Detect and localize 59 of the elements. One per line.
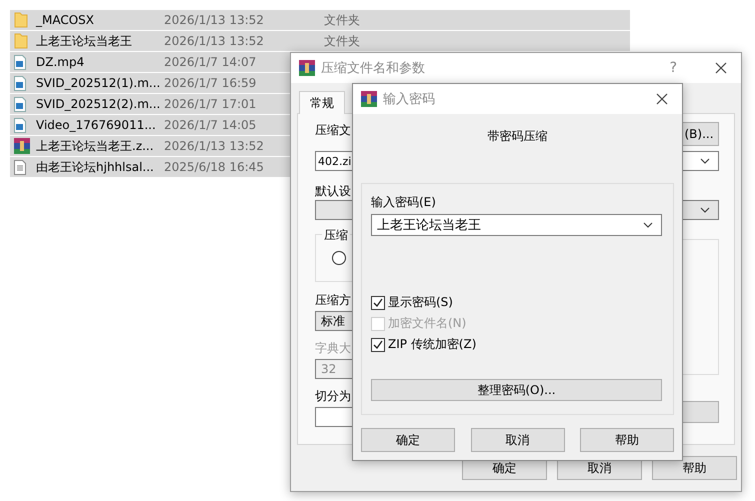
checkbox-box[interactable] (371, 338, 385, 352)
field-label: 输入密码(E) (371, 194, 436, 211)
caret-icon (700, 158, 710, 164)
caret-icon (700, 207, 710, 213)
file-date: 2026/1/7 16:59 (164, 76, 256, 90)
file-name: SVID_202512(1).m... (36, 76, 160, 90)
file-date: 2026/1/7 14:05 (164, 118, 256, 132)
dialog-heading: 带密码压缩 (486, 128, 548, 145)
close-icon[interactable] (715, 62, 727, 74)
folder-icon (14, 33, 28, 49)
file-name: DZ.mp4 (36, 55, 84, 69)
file-name: Video_176769011... (36, 118, 156, 132)
checkbox[interactable]: 显示密码(S) (371, 292, 662, 313)
field-label: 字典大 (315, 340, 351, 357)
video-file-icon (14, 76, 26, 90)
video-file-icon (14, 96, 26, 112)
file-date: 2026/1/13 13:52 (164, 13, 264, 27)
caret-icon (643, 222, 653, 228)
file-type: 文件夹 (324, 12, 360, 28)
window-title: 输入密码 (383, 91, 436, 108)
checkbox-box[interactable] (371, 296, 385, 310)
file-type: 文件夹 (324, 32, 360, 50)
file-date: 2026/1/7 14:07 (164, 55, 256, 69)
help-button[interactable]: ? (670, 60, 677, 76)
dialog-button[interactable]: 取消 (470, 428, 564, 452)
check-icon (373, 340, 383, 349)
video-file-icon (14, 118, 26, 132)
dialog-button[interactable]: 帮助 (580, 428, 674, 452)
field-label: 默认设 (315, 183, 351, 200)
window-title: 压缩文件名和参数 (321, 60, 426, 77)
file-name: 由老王论坛hjhhlsal... (36, 158, 154, 176)
dialog-button[interactable]: 确定 (361, 428, 455, 452)
video-file-icon (14, 54, 26, 70)
checkbox[interactable]: ZIP 传统加密(Z) (371, 334, 662, 355)
text-file-icon (14, 160, 26, 174)
field-label: 压缩方 (315, 292, 351, 309)
file-date: 2026/1/13 13:52 (164, 139, 264, 153)
file-row[interactable]: _MACOSX 2026/1/13 13:52 文件夹 (10, 10, 630, 31)
check-icon (373, 298, 383, 307)
archive-icon (14, 138, 30, 154)
archive-icon (361, 91, 377, 107)
dialog-button[interactable]: 帮助 (652, 456, 737, 480)
file-date: 2026/1/7 17:01 (164, 97, 256, 111)
archive-icon (299, 60, 315, 76)
organize-passwords-button[interactable]: 整理密码(O)... (371, 379, 662, 401)
field-label: 压缩文 (315, 122, 351, 139)
field-label: 切分为 (315, 388, 351, 405)
password-field[interactable]: 上老王论坛当老王 (371, 214, 662, 236)
file-name: _MACOSX (36, 13, 94, 27)
file-name: SVID_202512(2).m... (36, 97, 160, 111)
close-icon[interactable] (656, 93, 668, 105)
file-row[interactable]: 上老王论坛当老王 2026/1/13 13:52 文件夹 (10, 31, 630, 52)
folder-icon (14, 12, 28, 28)
file-name: 上老王论坛当老王 (36, 32, 132, 50)
file-date: 2025/6/18 16:45 (164, 160, 264, 174)
file-date: 2026/1/13 13:52 (164, 34, 264, 48)
radio-button[interactable] (332, 251, 346, 265)
tab[interactable]: 常规 (299, 91, 345, 114)
file-name: 上老王论坛当老王.z... (36, 138, 154, 154)
